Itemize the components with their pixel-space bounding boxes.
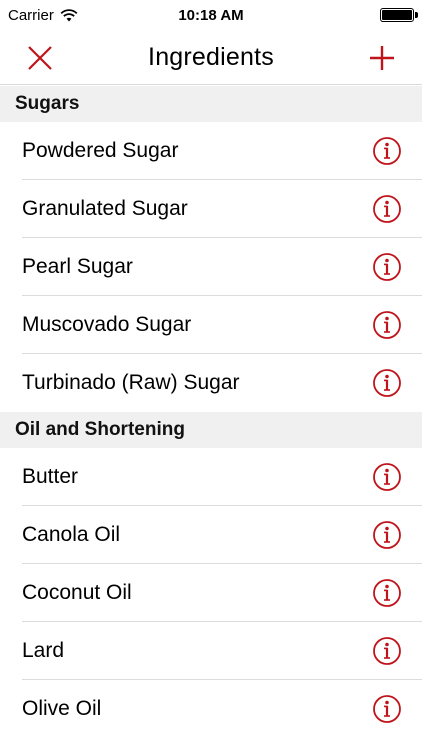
close-icon	[28, 45, 52, 70]
info-icon[interactable]	[372, 368, 402, 398]
section-title: Sugars	[15, 93, 80, 114]
item-label: Coconut Oil	[22, 580, 132, 604]
item-label: Muscovado Sugar	[22, 312, 192, 336]
close-button[interactable]	[10, 30, 70, 85]
info-icon[interactable]	[372, 310, 402, 340]
list-item[interactable]: Turbinado (Raw) Sugar	[22, 354, 422, 412]
info-icon[interactable]	[372, 136, 402, 166]
section-title: Oil and Shortening	[15, 419, 185, 440]
info-icon[interactable]	[372, 252, 402, 282]
plus-icon	[370, 45, 394, 70]
status-bar: Carrier 10:18 AM	[0, 0, 422, 30]
battery-icon	[380, 8, 418, 22]
item-label: Lard	[22, 638, 65, 662]
list-item[interactable]: Muscovado Sugar	[22, 296, 422, 354]
list-item[interactable]: Powdered Sugar	[22, 122, 422, 180]
list-item[interactable]: Canola Oil	[22, 506, 422, 564]
info-icon[interactable]	[372, 462, 402, 492]
item-label: Butter	[22, 464, 79, 488]
section-oil-and-shortening: Butter Canola Oil Coconut Oil Lard Olive…	[0, 448, 422, 738]
page-title: Ingredients	[148, 42, 274, 71]
info-icon[interactable]	[372, 636, 402, 666]
item-label: Powdered Sugar	[22, 138, 179, 162]
item-label: Granulated Sugar	[22, 196, 188, 220]
list-item[interactable]: Lard	[22, 622, 422, 680]
info-icon[interactable]	[372, 578, 402, 608]
ingredients-list: Sugars Powdered Sugar Granulated Sugar P…	[0, 86, 422, 738]
info-icon[interactable]	[372, 520, 402, 550]
navigation-bar: Ingredients	[0, 30, 422, 85]
list-item[interactable]: Butter	[22, 448, 422, 506]
list-item[interactable]: Pearl Sugar	[22, 238, 422, 296]
carrier-label: Carrier	[8, 6, 54, 24]
status-time: 10:18 AM	[178, 6, 244, 24]
item-label: Canola Oil	[22, 522, 121, 546]
wifi-icon	[60, 8, 78, 21]
item-label: Pearl Sugar	[22, 254, 133, 278]
info-icon[interactable]	[372, 694, 402, 724]
section-header-sugars: Sugars	[0, 86, 422, 122]
section-sugars: Powdered Sugar Granulated Sugar Pearl Su…	[0, 122, 422, 412]
item-label: Olive Oil	[22, 697, 102, 720]
list-item[interactable]: Coconut Oil	[22, 564, 422, 622]
list-item[interactable]: Granulated Sugar	[22, 180, 422, 238]
carrier-info: Carrier	[8, 7, 78, 24]
list-item[interactable]: Olive Oil	[22, 680, 422, 738]
item-label: Turbinado (Raw) Sugar	[22, 371, 240, 394]
info-icon[interactable]	[372, 194, 402, 224]
section-header-oil-and-shortening: Oil and Shortening	[0, 412, 422, 448]
add-ingredient-button[interactable]	[352, 30, 412, 85]
battery-level	[382, 10, 412, 20]
